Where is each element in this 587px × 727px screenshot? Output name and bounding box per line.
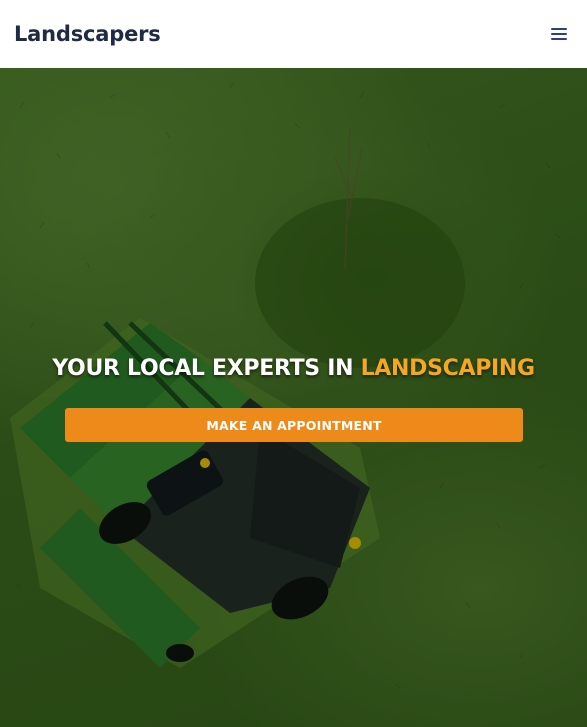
menu-line <box>551 38 567 40</box>
menu-line <box>551 28 567 30</box>
hamburger-menu-icon[interactable] <box>547 22 571 46</box>
hero-section: YOUR LOCAL EXPERTS IN LANDSCAPING MAKE A… <box>0 68 587 727</box>
hero-heading: YOUR LOCAL EXPERTS IN LANDSCAPING <box>0 356 587 381</box>
hero-heading-main: YOUR LOCAL EXPERTS IN <box>52 356 354 381</box>
site-logo[interactable]: Landscapers <box>14 22 161 46</box>
menu-line <box>551 33 567 35</box>
site-header: Landscapers <box>0 0 587 68</box>
hero-overlay <box>0 68 587 727</box>
hero-heading-accent: LANDSCAPING <box>360 356 536 381</box>
make-appointment-button[interactable]: MAKE AN APPOINTMENT <box>65 408 523 442</box>
